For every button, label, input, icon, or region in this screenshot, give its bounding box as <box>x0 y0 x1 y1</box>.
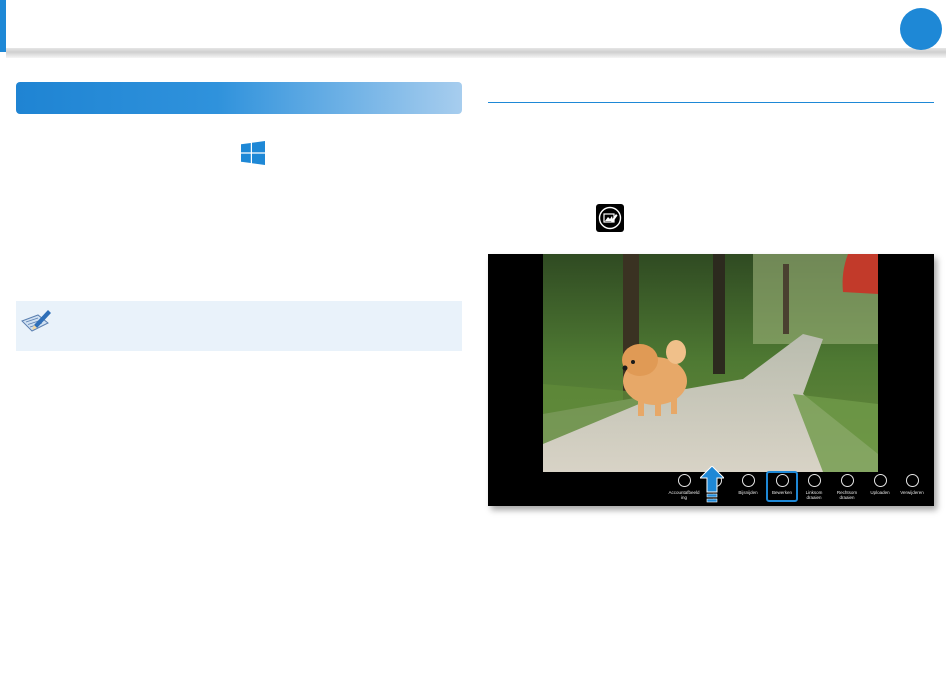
rotate-right-icon <box>840 474 854 487</box>
section-heading-bar <box>16 82 462 114</box>
rotate-left-icon <box>807 474 821 487</box>
edit-button-highlight <box>766 471 798 502</box>
note-box <box>16 301 462 351</box>
crop-icon <box>741 474 755 487</box>
appbar-rotate-right-button[interactable]: Rechtsom draaien <box>830 474 864 504</box>
note-pencil-icon <box>21 310 51 332</box>
lock-screen-icon <box>677 474 691 487</box>
appbar-rotate-left-button[interactable]: Linksom draaien <box>797 474 831 504</box>
windows-logo-icon <box>241 141 265 165</box>
header-divider <box>6 48 946 58</box>
header-accent-bar <box>0 0 6 52</box>
appbar-upload-button[interactable]: Uploaden <box>863 474 897 504</box>
section-rule <box>488 102 934 103</box>
appbar-lock-screen-button[interactable]: Accountafbeeld ing <box>667 474 701 504</box>
delete-icon <box>905 474 919 487</box>
chapter-badge <box>900 8 942 50</box>
edit-photo-icon <box>596 204 624 232</box>
appbar-delete-button[interactable]: Verwijderen <box>895 474 929 504</box>
up-arrow-icon <box>700 466 724 503</box>
upload-icon <box>873 474 887 487</box>
dog-photo <box>543 254 878 472</box>
appbar-crop-button[interactable]: Bijsnijden <box>731 474 765 504</box>
